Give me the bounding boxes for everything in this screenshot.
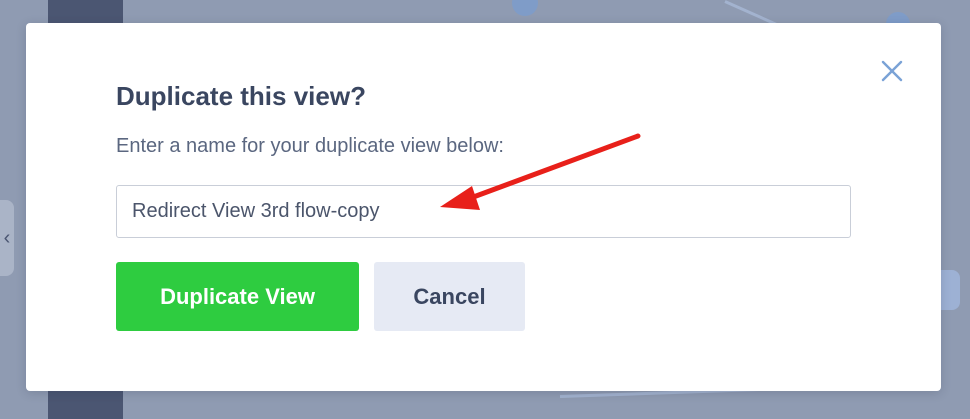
- dialog-prompt: Enter a name for your duplicate view bel…: [116, 135, 504, 157]
- cancel-button[interactable]: Cancel: [374, 262, 525, 331]
- sidebar-collapse-toggle[interactable]: ‹: [0, 200, 14, 276]
- duplicate-view-dialog: Duplicate this view? Enter a name for yo…: [26, 23, 941, 391]
- close-icon[interactable]: [878, 57, 906, 85]
- chevron-left-icon: ‹: [3, 227, 11, 249]
- view-name-input[interactable]: [116, 185, 851, 238]
- background-node: [512, 0, 538, 16]
- duplicate-view-button[interactable]: Duplicate View: [116, 262, 359, 331]
- dialog-title: Duplicate this view?: [116, 81, 366, 111]
